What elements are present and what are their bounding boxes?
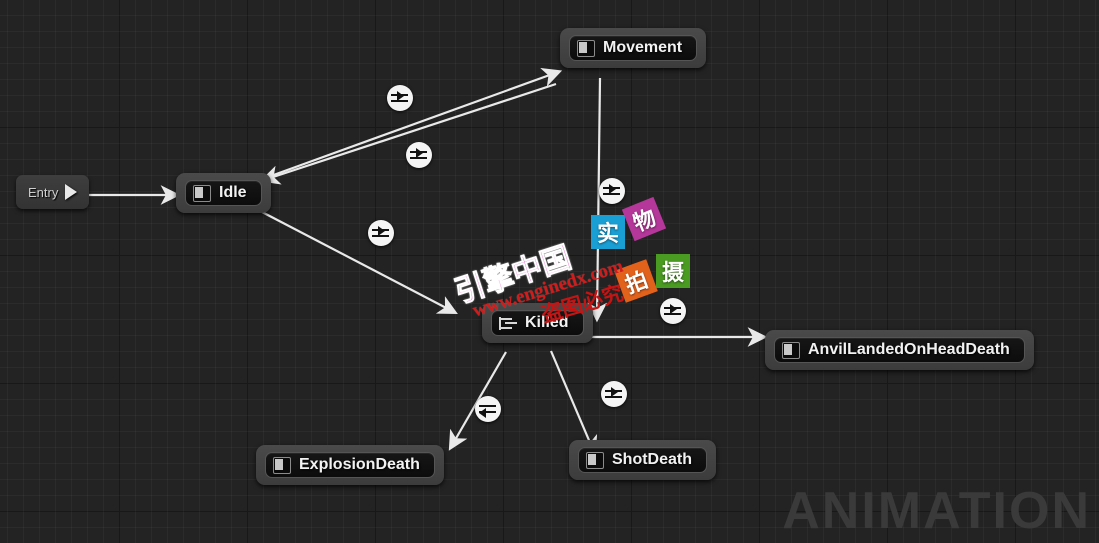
entry-node[interactable]: Entry — [16, 175, 90, 209]
state-node-movement[interactable]: Movement — [560, 28, 707, 68]
state-node-label: ExplosionDeath — [299, 456, 420, 473]
transition-arrow-icon[interactable] — [599, 178, 625, 204]
transition-arrow-icon[interactable] — [368, 220, 394, 246]
transition-arrow-icon[interactable] — [601, 381, 627, 407]
state-node-anvillandedonheaddeath[interactable]: AnvilLandedOnHeadDeath — [765, 330, 1034, 370]
state-node-label: Movement — [603, 39, 683, 56]
watermark-tile: 物 — [621, 196, 667, 242]
transition-wires — [86, 67, 768, 457]
animation-state-icon — [193, 184, 211, 202]
animation-state-icon — [586, 451, 604, 469]
watermark-tile: 拍 — [614, 259, 658, 303]
conduit-node-label: Killed — [525, 314, 569, 331]
animation-state-icon — [577, 39, 595, 57]
state-node-label: AnvilLandedOnHeadDeath — [808, 341, 1010, 358]
state-node-label: Idle — [219, 184, 247, 201]
transition-arrow-icon[interactable] — [475, 396, 501, 422]
state-node-label: ShotDeath — [612, 451, 692, 468]
state-machine-canvas[interactable]: Entry Movement Idle Killed AnvilLandedOn… — [0, 0, 1099, 543]
state-node-shotdeath[interactable]: ShotDeath — [569, 440, 716, 480]
watermark-tile: 摄 — [656, 254, 690, 288]
transition-arrow-icon[interactable] — [387, 85, 413, 111]
transition-arrow-icon[interactable] — [660, 298, 686, 324]
conduit-node-killed[interactable]: Killed — [482, 303, 593, 343]
animation-state-icon — [782, 341, 800, 359]
transition-arrow-icon[interactable] — [406, 142, 432, 168]
watermark-chinese: 引擎中国 — [450, 240, 576, 311]
conduit-icon — [499, 316, 517, 331]
watermark-tile: 实 — [591, 215, 625, 249]
animation-state-icon — [273, 456, 291, 474]
graph-type-watermark: ANIMATION — [782, 482, 1091, 540]
play-triangle-icon — [65, 184, 78, 200]
state-node-explosiondeath[interactable]: ExplosionDeath — [256, 445, 444, 485]
entry-label: Entry — [28, 184, 59, 200]
state-node-idle[interactable]: Idle — [176, 173, 271, 213]
